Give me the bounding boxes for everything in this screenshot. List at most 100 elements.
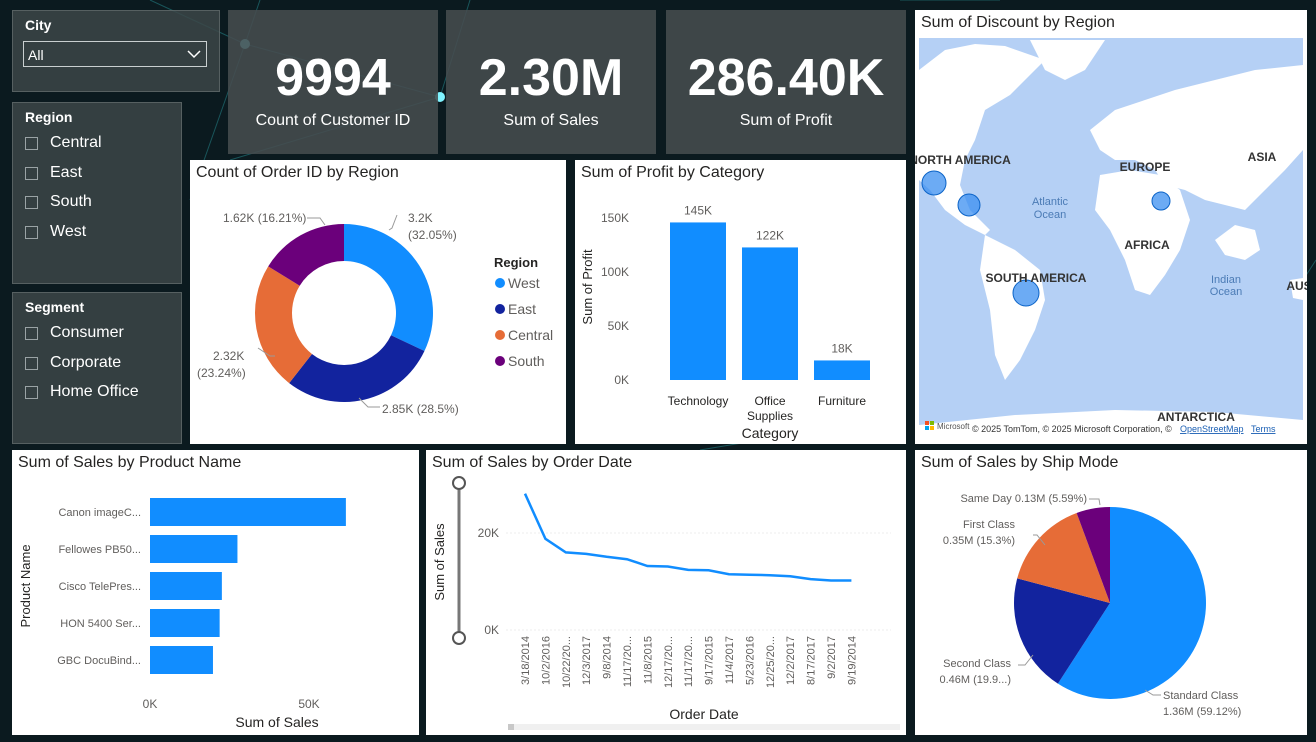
scrollbar-thumb[interactable] bbox=[508, 724, 514, 730]
checkbox[interactable] bbox=[25, 326, 38, 340]
kpi-card-profit[interactable]: 286.40K Sum of Profit bbox=[666, 10, 906, 154]
region-slicer-title: Region bbox=[25, 109, 73, 125]
y-tick-label: Cisco TelePres... bbox=[59, 581, 141, 593]
leader-line bbox=[307, 217, 326, 226]
profit-chart-panel[interactable]: Sum of Profit by Category 0K 50K 100K 15… bbox=[575, 160, 906, 444]
map-bubble[interactable] bbox=[1151, 191, 1171, 211]
horizontal-scrollbar[interactable] bbox=[508, 724, 900, 730]
y-tick-label: 20K bbox=[478, 526, 499, 540]
legend-title: Region bbox=[494, 255, 538, 270]
donut-slice-east[interactable] bbox=[289, 335, 425, 402]
map-bubble[interactable] bbox=[921, 170, 947, 196]
x-tick-label: 9/2/2017 bbox=[826, 636, 838, 679]
checkbox[interactable] bbox=[25, 385, 38, 399]
donut-label: 1.62K (16.21%) bbox=[223, 211, 306, 225]
x-axis-title: Category bbox=[742, 425, 799, 441]
x-tick-label: 11/17/20... bbox=[683, 636, 695, 687]
donut-slice-west[interactable] bbox=[344, 224, 433, 352]
x-axis-title: Order Date bbox=[669, 706, 738, 722]
product-bar[interactable] bbox=[150, 498, 346, 526]
product-bar[interactable] bbox=[150, 572, 222, 600]
data-label: 122K bbox=[756, 228, 784, 242]
y-tick-label: Fellowes PB50... bbox=[58, 544, 141, 556]
map-bubble[interactable] bbox=[957, 193, 981, 217]
product-bar[interactable] bbox=[150, 609, 220, 637]
x-tick-label: 5/23/2016 bbox=[744, 636, 756, 685]
product-chart-panel[interactable]: Sum of Sales by Product Name Product Nam… bbox=[12, 450, 419, 735]
segment-option-corporate[interactable]: Corporate bbox=[25, 351, 121, 375]
ship-mode-pie-chart[interactable]: Same Day 0.13M (5.59%) First Class 0.35M… bbox=[915, 450, 1307, 735]
ship-mode-pie-panel[interactable]: Sum of Sales by Ship Mode Same Day 0.13M… bbox=[915, 450, 1307, 735]
profit-bar-chart[interactable]: 0K 50K 100K 150K Sum of Profit 145K 122K 1… bbox=[575, 160, 906, 444]
zoom-slider-handle[interactable] bbox=[452, 631, 466, 645]
donut-label: 2.32K bbox=[213, 349, 244, 363]
y-tick-label: 50K bbox=[608, 319, 629, 333]
legend-marker bbox=[495, 356, 505, 366]
profit-bar[interactable] bbox=[670, 222, 726, 380]
kpi-label: Sum of Sales bbox=[503, 112, 599, 129]
segment-option-home-office[interactable]: Home Office bbox=[25, 380, 139, 404]
x-tick-label: Furniture bbox=[818, 394, 866, 408]
y-axis-title: Product Name bbox=[18, 544, 33, 627]
region-option-central[interactable]: Central bbox=[25, 131, 102, 155]
legend-marker bbox=[495, 278, 505, 288]
region-option-west[interactable]: West bbox=[25, 220, 86, 244]
profit-bar[interactable] bbox=[814, 360, 870, 380]
ocean-label: Indian bbox=[1211, 274, 1241, 286]
openstreetmap-link[interactable]: OpenStreetMap bbox=[1180, 424, 1244, 434]
x-tick-label: Technology bbox=[668, 394, 729, 408]
region-option-label: West bbox=[50, 223, 87, 240]
donut-chart-panel[interactable]: Count of Order ID by Region 3.2K (32.05%… bbox=[190, 160, 566, 444]
product-bar-chart[interactable]: Product Name Canon imageC... Fellowes PB5… bbox=[12, 450, 419, 735]
world-map[interactable]: NORTH AMERICA EUROPE ASIA AFRICA SOUTH A… bbox=[915, 10, 1307, 444]
segment-option-consumer[interactable]: Consumer bbox=[25, 321, 124, 345]
legend-item-south[interactable]: South bbox=[508, 353, 545, 369]
zoom-slider-handle[interactable] bbox=[452, 476, 466, 490]
product-bar[interactable] bbox=[150, 535, 238, 563]
x-tick-label: 9/8/2014 bbox=[602, 636, 614, 679]
legend-item-central[interactable]: Central bbox=[508, 327, 553, 343]
kpi-value: 2.30M bbox=[478, 49, 624, 107]
product-bar[interactable] bbox=[150, 646, 213, 674]
data-label: 18K bbox=[831, 341, 852, 355]
y-tick-label: GBC DocuBind... bbox=[57, 655, 141, 667]
pie-label: 1.36M (59.12%) bbox=[1163, 706, 1241, 718]
leader-line bbox=[1089, 498, 1101, 506]
region-option-label: East bbox=[50, 164, 83, 181]
date-line-chart[interactable]: Sum of Sales 0K 20K 3/18/2014 10/2/2016 10… bbox=[426, 450, 906, 735]
y-axis-title: Sum of Profit bbox=[580, 249, 595, 325]
segment-option-label: Home Office bbox=[50, 383, 139, 400]
sales-line[interactable] bbox=[523, 493, 852, 582]
city-dropdown[interactable]: All bbox=[23, 41, 207, 67]
checkbox[interactable] bbox=[25, 136, 38, 150]
legend-item-west[interactable]: West bbox=[508, 275, 540, 291]
segment-slicer: Segment Consumer Corporate Home Office bbox=[12, 292, 182, 444]
continent-label: EUROPE bbox=[1120, 160, 1171, 174]
checkbox[interactable] bbox=[25, 356, 38, 370]
checkbox[interactable] bbox=[25, 225, 38, 239]
data-label: 145K bbox=[684, 203, 712, 217]
pie-label: Second Class bbox=[943, 658, 1011, 670]
x-tick-label: 12/25/20... bbox=[765, 636, 777, 688]
y-tick-label: 150K bbox=[601, 211, 629, 225]
continent-label: ANTARCTICA bbox=[1157, 410, 1235, 424]
continent-label: NORTH AMERICA bbox=[915, 153, 1011, 167]
checkbox[interactable] bbox=[25, 195, 38, 209]
region-option-south[interactable]: South bbox=[25, 190, 92, 214]
legend-item-east[interactable]: East bbox=[508, 301, 536, 317]
kpi-card-customers[interactable]: 9994 Count of Customer ID bbox=[228, 10, 438, 154]
profit-bar[interactable] bbox=[742, 247, 798, 380]
legend-marker bbox=[495, 304, 505, 314]
region-option-east[interactable]: East bbox=[25, 161, 82, 185]
terms-link[interactable]: Terms bbox=[1251, 424, 1276, 434]
continent-label: AUS bbox=[1286, 279, 1307, 293]
checkbox[interactable] bbox=[25, 166, 38, 180]
kpi-label: Count of Customer ID bbox=[255, 112, 411, 129]
kpi-card-sales[interactable]: 2.30M Sum of Sales bbox=[446, 10, 656, 154]
continent-label: SOUTH AMERICA bbox=[986, 271, 1087, 285]
map-panel[interactable]: Sum of Discount by Region NORTH AMERICA … bbox=[915, 10, 1307, 444]
x-tick-label: 9/17/2015 bbox=[704, 636, 716, 685]
city-dropdown-value: All bbox=[28, 47, 44, 63]
date-chart-panel[interactable]: Sum of Sales by Order Date Sum of Sales … bbox=[426, 450, 906, 735]
donut-chart[interactable]: 3.2K (32.05%) 2.85K (28.5%) 2.32K (23.24… bbox=[190, 160, 566, 444]
